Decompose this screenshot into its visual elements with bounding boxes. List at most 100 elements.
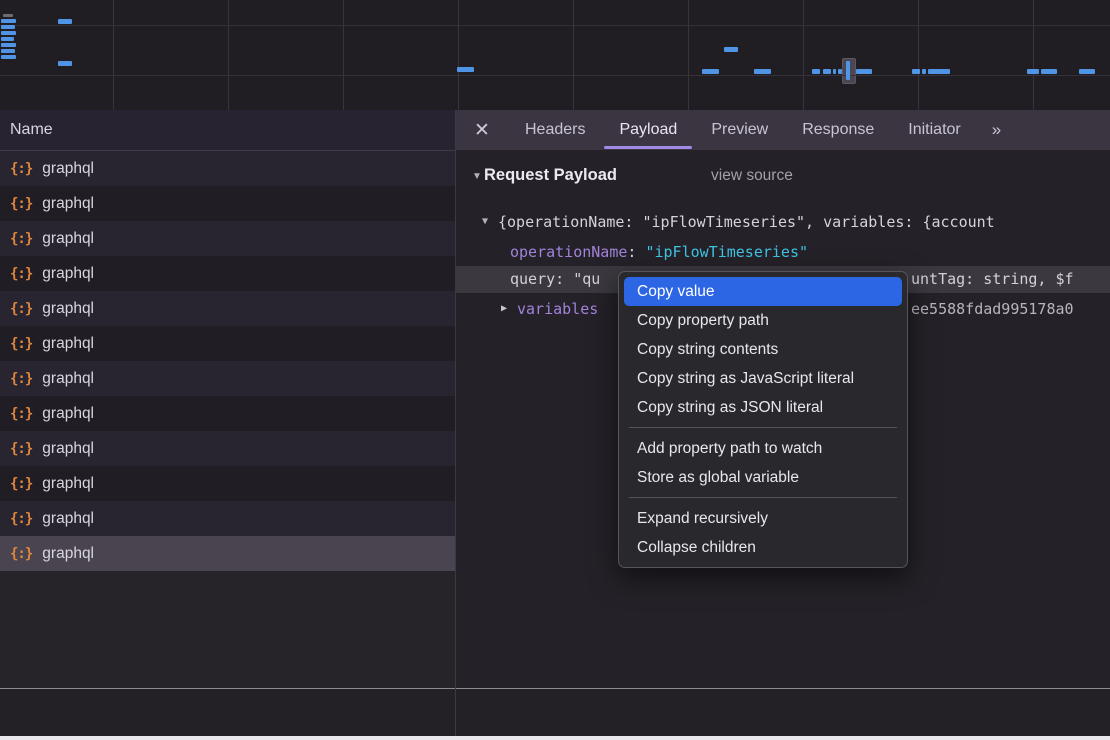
request-row[interactable]: {:} graphql [0,326,455,361]
request-row[interactable]: {:} graphql [0,466,455,501]
fetch-json-icon: {:} [10,546,32,562]
details-tab-bar: ✕ HeadersPayloadPreviewResponseInitiator… [456,110,1110,150]
request-row[interactable]: {:}graphql [0,431,455,466]
close-details-button[interactable]: ✕ [456,110,508,150]
fetch-json-icon: {:} [10,371,32,387]
request-timing-bar [58,19,72,24]
timeline-gridline [573,0,574,110]
window-bottom-edge [0,736,1110,740]
more-tabs-button[interactable]: » [978,110,1013,150]
tab-payload[interactable]: Payload [602,110,694,150]
request-name-label: graphql [42,405,94,423]
request-timing-bar [1041,69,1057,74]
timeline-gridline [1033,0,1034,110]
fetch-json-icon: {:} [10,406,32,422]
fetch-json-icon: {:} [10,336,32,352]
request-name-label: graphql [42,370,94,388]
menu-item-copy-string-as-json-literal[interactable]: Copy string as JSON literal [619,393,907,422]
request-timing-bar [823,69,831,74]
payload-root-row[interactable]: ▼ {operationName: "ipFlowTimeseries", va… [456,207,1110,237]
request-name-label: graphql [42,195,94,213]
tab-initiator[interactable]: Initiator [891,110,977,150]
requests-list: {:} graphql {:} graphql {:} graphql {:} graphql… [0,151,455,571]
timeline-gridline [0,75,1110,76]
menu-separator [629,427,897,428]
property-value-continued: untTag: string, $f [911,264,1074,294]
fetch-json-icon: {:} [10,441,32,457]
timeline-gridline [458,0,459,110]
request-row[interactable]: {:}graphql [0,221,455,256]
expand-arrow-icon[interactable]: ▼ [482,207,488,237]
tab-response[interactable]: Response [785,110,891,150]
request-row-selected[interactable]: {:}graphql [0,536,455,571]
fetch-json-icon: {:} [10,476,32,492]
request-timing-bar [1079,69,1095,74]
request-timing-bar [912,69,920,74]
request-timing-bar [922,69,926,74]
context-menu: Copy valueCopy property pathCopy string … [618,271,908,568]
request-timing-bar [1,25,15,29]
property-value: "ipFlowTimeseries" [645,243,808,261]
section-title: Request Payload [484,166,617,185]
name-column-label: Name [0,121,53,139]
timeline-gridline [228,0,229,110]
request-row[interactable]: {:} graphql [0,396,455,431]
request-timing-bar [1,43,16,47]
request-timing-bar [1,49,15,53]
property-key: query [510,270,555,288]
menu-item-store-as-global-variable[interactable]: Store as global variable [619,463,907,492]
network-overview-timeline[interactable] [0,0,1110,111]
section-collapse-icon[interactable]: ▼ [472,171,482,182]
property-key: operationName [510,243,627,261]
key-separator: : [627,243,645,261]
devtools-network-panel: Name {:}graphql{:}graphql{:}graphql{:}gr… [0,0,1110,740]
menu-item-collapse-children[interactable]: Collapse children [619,533,907,562]
timeline-gridline [343,0,344,110]
menu-separator [629,497,897,498]
request-timing-bar [833,69,836,74]
tab-headers[interactable]: Headers [508,110,602,150]
timeline-gridline [688,0,689,110]
fetch-json-icon: {:} [10,196,32,212]
tab-preview[interactable]: Preview [694,110,785,150]
request-name-label: graphql [42,475,94,493]
payload-root-preview: {operationName: "ipFlowTimeseries", vari… [498,213,995,231]
request-row[interactable]: {:} graphql [0,151,455,186]
expand-arrow-icon[interactable]: ▶ [501,294,507,324]
menu-item-copy-property-path[interactable]: Copy property path [619,306,907,335]
request-row[interactable]: {:}graphql [0,501,455,536]
menu-item-copy-string-contents[interactable]: Copy string contents [619,335,907,364]
menu-item-expand-recursively[interactable]: Expand recursively [619,504,907,533]
request-timing-bar [1,31,16,35]
requests-list-panel: Name {:}graphql{:}graphql{:}graphql{:}gr… [0,110,455,688]
fetch-json-icon: {:} [10,266,32,282]
request-timing-bar [1,37,14,41]
request-row[interactable]: {:} graphql [0,361,455,396]
timeline-gridline [113,0,114,110]
request-row[interactable]: {:} graphql [0,186,455,221]
request-timing-bar [812,69,820,74]
panel-split-divider[interactable] [455,110,456,736]
request-row[interactable]: {:}graphql [0,291,455,326]
menu-item-copy-value[interactable]: Copy value [624,277,902,306]
key-separator: : [555,270,573,288]
operation-name-row[interactable]: operationName: "ipFlowTimeseries" [456,237,1110,267]
view-source-link[interactable]: view source [711,167,793,185]
request-timing-bar [702,69,719,74]
name-column-header[interactable]: Name [0,110,455,151]
variables-preview-fragment: ee5588fdad995178a0 [911,294,1074,324]
request-row[interactable]: {:}graphql [0,256,455,291]
fetch-json-icon: {:} [10,161,32,177]
request-timing-bar [1027,69,1039,74]
request-name-label: graphql [42,160,94,178]
request-name-label: graphql [42,230,94,248]
status-bar [0,688,1110,737]
menu-item-add-property-path-to-watch[interactable]: Add property path to watch [619,434,907,463]
request-timing-bar [58,61,72,66]
request-name-label: graphql [42,510,94,528]
request-timing-bar [846,61,850,80]
request-timing-bar [838,69,842,74]
menu-item-copy-string-as-javascript-literal[interactable]: Copy string as JavaScript literal [619,364,907,393]
request-name-label: graphql [42,335,94,353]
timeline-gridline [0,25,1110,26]
